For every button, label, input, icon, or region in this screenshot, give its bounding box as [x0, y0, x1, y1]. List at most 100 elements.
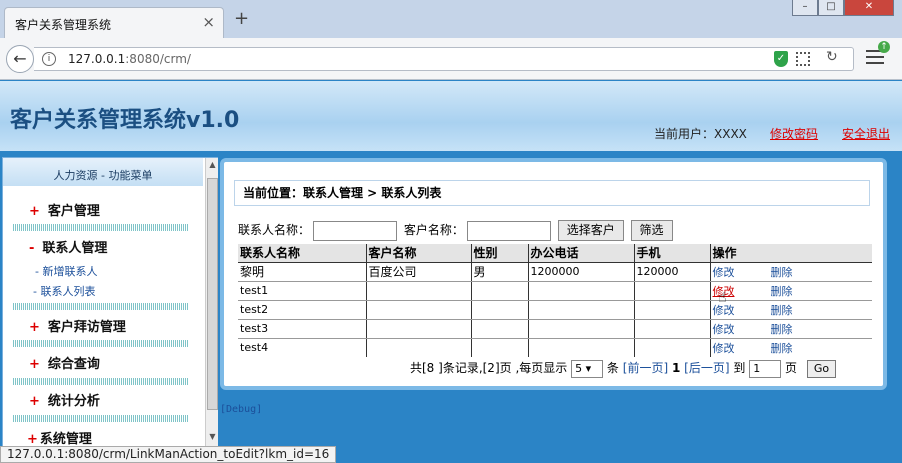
column-header: 手机: [634, 244, 711, 263]
customer-name-input[interactable]: [466, 220, 551, 241]
column-header: 操作: [710, 244, 872, 263]
filter-button[interactable]: 筛选: [630, 220, 673, 241]
hand-cursor-icon: ☝: [718, 290, 727, 306]
cell-customer: 百度公司: [366, 262, 472, 282]
system-title: 客户关系管理系统v1.0: [10, 108, 240, 133]
column-header: 客户名称: [366, 244, 472, 263]
sidebar-sub-add-contact[interactable]: - 新增联系人: [35, 263, 97, 279]
url-path: :8080/crm/: [125, 52, 191, 66]
prev-page-link[interactable]: [前一页]: [623, 361, 668, 375]
cell-actions: 修改 删除: [710, 262, 872, 282]
next-page-link[interactable]: [后一页]: [684, 361, 729, 375]
select-customer-button[interactable]: 选择客户: [557, 220, 624, 241]
close-tab-icon[interactable]: ×: [202, 13, 215, 31]
cell-mobile: [634, 319, 711, 339]
goto-page-input[interactable]: 1: [749, 359, 782, 378]
cell-name: test1: [238, 281, 367, 301]
edit-link[interactable]: 修改: [713, 342, 735, 355]
column-header: 联系人名称: [238, 244, 367, 263]
cell-actions: 修改 删除: [710, 300, 872, 320]
delete-link[interactable]: 删除: [771, 323, 793, 336]
goto-label: 到: [733, 361, 746, 375]
delete-link[interactable]: 删除: [771, 266, 793, 279]
page-size-select[interactable]: 5 ▾: [571, 359, 604, 378]
go-button[interactable]: Go: [806, 359, 837, 378]
maximize-icon[interactable]: □: [818, 0, 844, 16]
cell-name: test3: [238, 319, 367, 339]
cell-gender: [471, 338, 529, 357]
sidebar-item-label: 客户管理: [47, 204, 100, 219]
column-header: 办公电话: [528, 244, 635, 263]
sidebar-item-system[interactable]: + 系统管理: [27, 428, 92, 447]
app-header: 客户关系管理系统v1.0 当前用户：XXXX 修改密码 安全退出: [0, 81, 902, 151]
delete-link[interactable]: 删除: [771, 342, 793, 355]
sidebar-item-label: 统计分析: [47, 394, 100, 409]
table-row: 黎明 百度公司 男 1200000 120000 修改 删除: [238, 262, 872, 282]
cell-mobile: [634, 338, 711, 357]
cell-customer: [366, 281, 472, 301]
cell-actions: 修改 删除: [710, 319, 872, 339]
cell-name: test2: [238, 300, 367, 320]
url-text: 127.0.0.1:8080/crm/: [68, 52, 191, 66]
minimize-icon[interactable]: –: [792, 0, 818, 16]
cell-gender: [471, 300, 529, 320]
cell-mobile: [634, 281, 711, 301]
divider: [13, 415, 189, 422]
new-tab-icon[interactable]: +: [234, 8, 249, 29]
back-arrow-icon[interactable]: ←: [6, 45, 34, 73]
cell-mobile: 120000: [634, 262, 711, 282]
sidebar-item-query[interactable]: + 综合查询: [29, 353, 100, 372]
scroll-down-icon[interactable]: ▼: [206, 432, 219, 446]
delete-link[interactable]: 删除: [771, 285, 793, 298]
sidebar-item-customer[interactable]: + 客户管理: [29, 200, 100, 219]
window-close-icon[interactable]: ✕: [844, 0, 894, 16]
address-bar[interactable]: i 127.0.0.1:8080/crm/ ✓ ↻: [34, 47, 854, 71]
edit-link[interactable]: 修改: [713, 323, 735, 336]
scrollbar-thumb[interactable]: [207, 178, 218, 410]
expand-icon: +: [27, 432, 38, 447]
expand-icon: +: [29, 357, 40, 372]
browser-tab[interactable]: 客户关系管理系统 ×: [4, 7, 224, 38]
record-summary: 共[8 ]条记录,[2]页 ,每页显示: [410, 361, 568, 375]
cell-office-phone: [528, 319, 635, 339]
debug-link[interactable]: [Debug]: [220, 404, 262, 415]
logout-link[interactable]: 安全退出: [842, 125, 890, 142]
info-icon[interactable]: i: [42, 52, 56, 66]
sidebar-item-contacts[interactable]: - 联系人管理: [29, 237, 107, 256]
scroll-up-icon[interactable]: ▲: [206, 160, 219, 174]
navigation-bar: ← i 127.0.0.1:8080/crm/ ✓ ↻ ↑: [0, 38, 902, 80]
sidebar-item-label: 客户拜访管理: [47, 320, 126, 335]
edit-link[interactable]: 修改: [713, 266, 735, 279]
url-host: 127.0.0.1: [68, 52, 126, 66]
current-user: 当前用户：XXXX: [654, 127, 747, 141]
contact-name-input[interactable]: [313, 220, 398, 241]
sidebar-item-visits[interactable]: + 客户拜访管理: [29, 316, 126, 335]
cell-office-phone: [528, 300, 635, 320]
divider: [13, 340, 189, 347]
sidebar-sub-contact-list[interactable]: - 联系人列表: [33, 283, 95, 299]
breadcrumb: 当前位置：联系人管理 > 联系人列表: [234, 180, 870, 206]
tab-title: 客户关系管理系统: [15, 18, 112, 32]
cell-gender: [471, 281, 529, 301]
table-row: test1 修改 删除: [238, 281, 872, 301]
divider: [13, 303, 189, 310]
cell-name: 黎明: [238, 262, 367, 282]
delete-link[interactable]: 删除: [771, 304, 793, 317]
expand-icon: +: [29, 204, 40, 219]
qr-code-icon[interactable]: [796, 52, 810, 66]
sidebar: 人力资源 - 功能菜单 + 客户管理 - 联系人管理 - 新增联系人 - 联系人列表…: [2, 157, 218, 447]
sidebar-heading: 人力资源 - 功能菜单: [3, 158, 203, 186]
cell-customer: [366, 300, 472, 320]
sidebar-item-statistics[interactable]: + 统计分析: [29, 390, 100, 409]
table-header-row: 联系人名称 客户名称 性别 办公电话 手机 操作: [238, 244, 872, 263]
main-panel: 当前位置：联系人管理 > 联系人列表 联系人名称： 客户名称： 选择客户 筛选 …: [220, 158, 887, 390]
reload-icon[interactable]: ↻: [826, 49, 838, 65]
page-size-unit: 条: [606, 361, 619, 375]
table-row: test4 修改 删除: [238, 338, 872, 357]
cell-name: test4: [238, 338, 367, 357]
sidebar-item-label: 综合查询: [47, 357, 100, 372]
sidebar-scrollbar[interactable]: ▲ ▼: [205, 158, 218, 446]
change-password-link[interactable]: 修改密码: [770, 125, 818, 142]
shield-icon[interactable]: ✓: [774, 51, 788, 67]
browser-tab-bar: 客户关系管理系统 × + – □ ✕: [0, 0, 902, 38]
